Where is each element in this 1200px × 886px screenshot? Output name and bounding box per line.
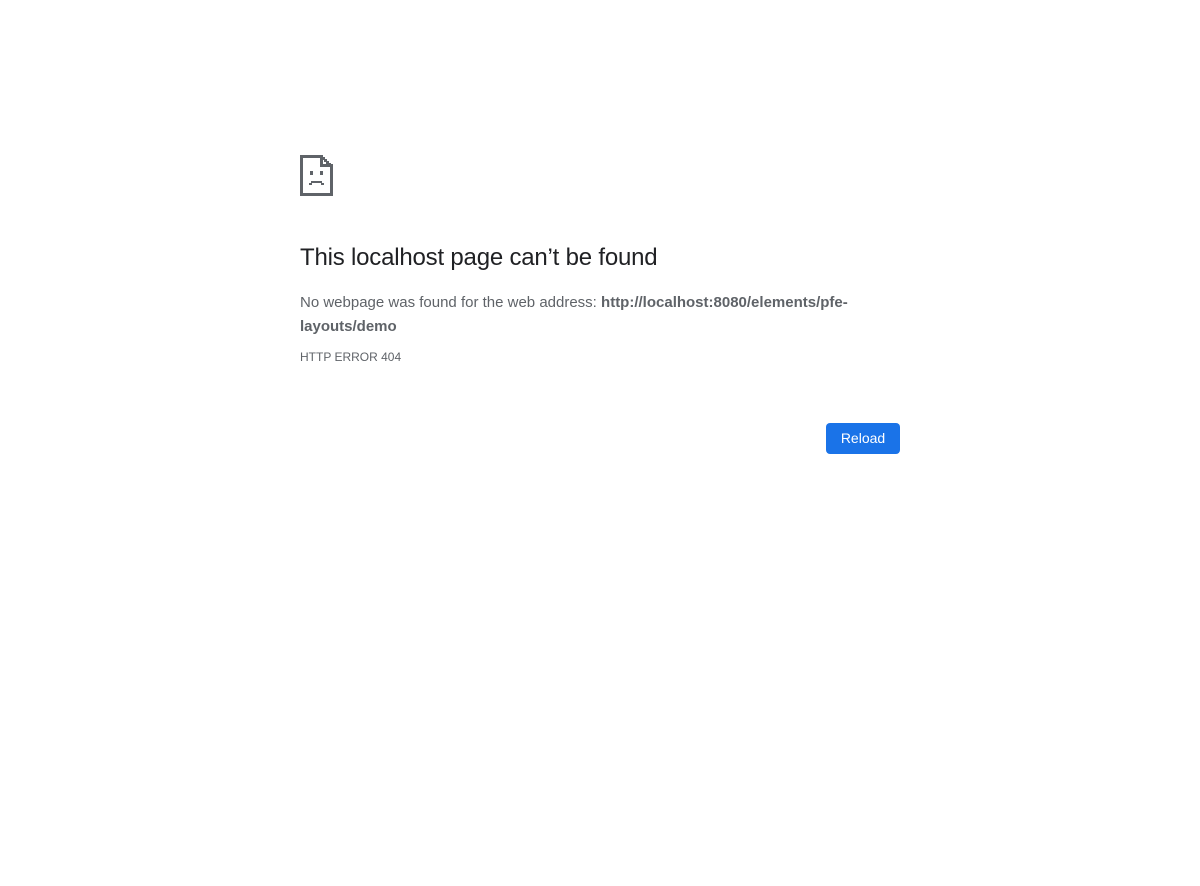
page-title: This localhost page can’t be found xyxy=(300,244,658,271)
sad-document-icon xyxy=(300,155,333,196)
error-message: No webpage was found for the web address… xyxy=(300,291,890,339)
error-page: This localhost page can’t be found No we… xyxy=(0,0,1200,886)
error-message-text: No webpage was found for the web address… xyxy=(300,294,602,311)
error-code: HTTP ERROR 404 xyxy=(300,350,402,364)
error-content: This localhost page can’t be found No we… xyxy=(300,155,900,365)
reload-button[interactable]: Reload xyxy=(826,423,900,454)
